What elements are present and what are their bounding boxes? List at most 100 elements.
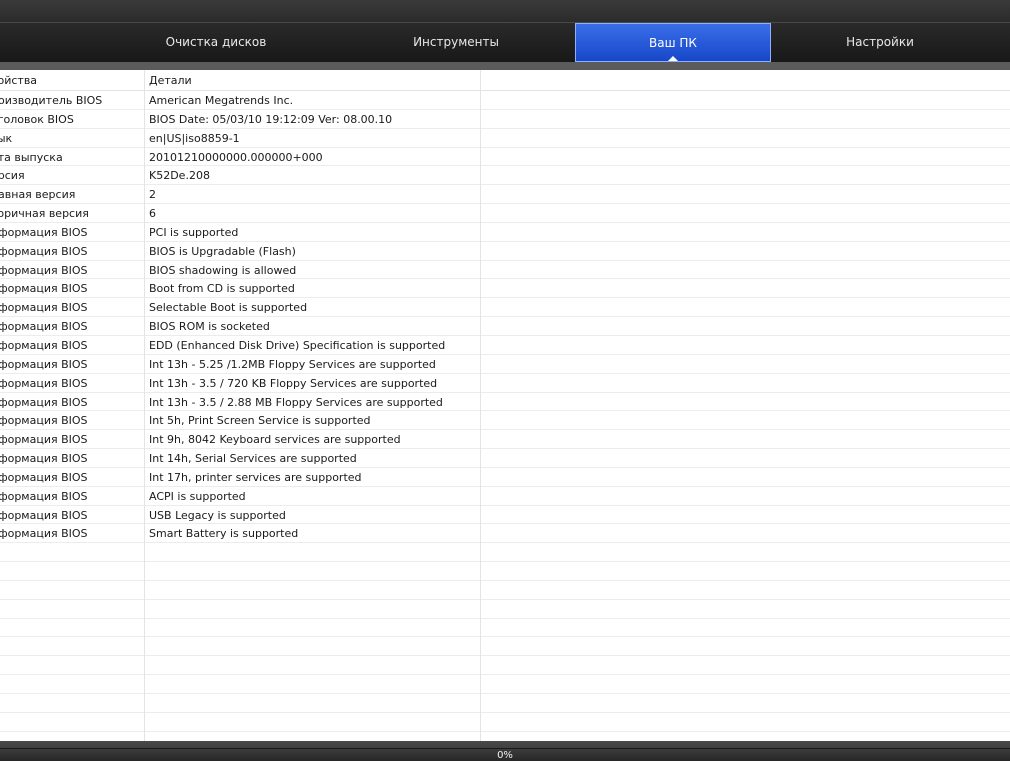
cell-property: нформация BIOS xyxy=(0,452,88,466)
table-row[interactable]: нформация BIOS Int 17h, printer services … xyxy=(0,468,1010,487)
cell-details: Int 9h, 8042 Keyboard services are suppo… xyxy=(149,433,401,447)
cell-property: нформация BIOS xyxy=(0,470,88,484)
cell-property: нформация BIOS xyxy=(0,282,88,296)
tab-your-pc[interactable]: Ваш ПК xyxy=(575,23,771,62)
cell-details: Int 14h, Serial Services are supported xyxy=(149,452,357,466)
cell-property: нформация BIOS xyxy=(0,527,88,541)
empty-table-row xyxy=(0,543,1010,563)
app-window: Очистка дисков Инструменты Ваш ПК Настро… xyxy=(0,0,1010,761)
cell-details: Int 5h, Print Screen Service is supporte… xyxy=(149,414,371,428)
cell-property: лавная версия xyxy=(0,188,76,202)
column-header-details[interactable]: Детали xyxy=(149,70,479,90)
table-header: войства Детали xyxy=(0,70,1010,91)
cell-details: Int 13h - 3.5 / 2.88 MB Floppy Services … xyxy=(149,395,443,409)
cell-details: BIOS Date: 05/03/10 19:12:09 Ver: 08.00.… xyxy=(149,112,393,126)
table-row[interactable]: лавная версия 2 xyxy=(0,185,1010,205)
table-row[interactable]: нформация BIOS Boot from CD is supported xyxy=(0,279,1010,299)
tab-settings[interactable]: Настройки xyxy=(782,23,978,62)
cell-details: Int 13h - 3.5 / 720 KB Floppy Services a… xyxy=(149,376,438,390)
cell-property: нформация BIOS xyxy=(0,489,88,503)
table-row[interactable]: нформация BIOS Selectable Boot is support… xyxy=(0,298,1010,318)
empty-table-row xyxy=(0,600,1010,619)
empty-table-row xyxy=(0,694,1010,713)
cell-property: нформация BIOS xyxy=(0,357,88,371)
status-bar: 0% xyxy=(0,741,1010,761)
table-row[interactable]: аголовок BIOS BIOS Date: 05/03/10 19:12:0… xyxy=(0,110,1010,129)
table-row[interactable]: нформация BIOS EDD (Enhanced Disk Drive) … xyxy=(0,336,1010,355)
cell-property: нформация BIOS xyxy=(0,433,88,447)
cell-details: Selectable Boot is supported xyxy=(149,301,308,315)
column-divider xyxy=(480,70,481,741)
table-row[interactable]: нформация BIOS Smart Battery is supported xyxy=(0,524,1010,544)
table-row[interactable]: нформация BIOS Int 13h - 3.5 / 720 KB Flo… xyxy=(0,374,1010,393)
cell-details: 2 xyxy=(149,188,156,202)
empty-table-row xyxy=(0,675,1010,694)
cell-property: нформация BIOS xyxy=(0,263,88,277)
cell-details: American Megatrends Inc. xyxy=(149,94,294,107)
empty-table-row xyxy=(0,637,1010,657)
tab-label: Настройки xyxy=(846,35,914,49)
cell-details: ACPI is supported xyxy=(149,489,246,503)
cell-property: нформация BIOS xyxy=(0,225,88,239)
sub-toolbar xyxy=(0,62,1010,70)
empty-table-row xyxy=(0,656,1010,676)
cell-details: Smart Battery is supported xyxy=(149,527,299,541)
cell-details: Boot from CD is supported xyxy=(149,282,295,296)
cell-property: нформация BIOS xyxy=(0,414,88,428)
empty-table-row xyxy=(0,562,1010,581)
tab-tools[interactable]: Инструменты xyxy=(358,23,554,62)
table-row[interactable]: нформация BIOS Int 14h, Serial Services a… xyxy=(0,449,1010,468)
empty-table-row xyxy=(0,581,1010,600)
cell-details: Int 17h, printer services are supported xyxy=(149,470,362,484)
table-row[interactable]: ерсия K52De.208 xyxy=(0,166,1010,186)
active-tab-indicator-icon xyxy=(668,56,678,61)
empty-table-row xyxy=(0,713,1010,732)
cell-property: ата выпуска xyxy=(0,150,63,164)
main-nav: Очистка дисков Инструменты Ваш ПК Настро… xyxy=(0,22,1010,62)
cell-property: нформация BIOS xyxy=(0,395,88,409)
cell-property: нформация BIOS xyxy=(0,338,88,352)
cell-property: нформация BIOS xyxy=(0,301,88,315)
cell-property: торичная версия xyxy=(0,207,89,221)
table-row[interactable]: нформация BIOS Int 9h, 8042 Keyboard serv… xyxy=(0,430,1010,450)
cell-property: роизводитель BIOS xyxy=(0,94,103,107)
table-row[interactable]: нформация BIOS Int 13h - 3.5 / 2.88 MB Fl… xyxy=(0,393,1010,412)
cell-property: нформация BIOS xyxy=(0,320,88,334)
tab-label: Очистка дисков xyxy=(165,35,267,49)
cell-property: нформация BIOS xyxy=(0,244,88,258)
cell-details: USB Legacy is supported xyxy=(149,508,286,522)
table-row[interactable]: нформация BIOS PCI is supported xyxy=(0,223,1010,242)
table-row[interactable]: роизводитель BIOS American Megatrends Inc… xyxy=(0,91,1010,110)
table-row[interactable]: нформация BIOS ACPI is supported xyxy=(0,487,1010,506)
table-row[interactable]: нформация BIOS Int 5h, Print Screen Servi… xyxy=(0,411,1010,431)
cell-details: K52De.208 xyxy=(149,169,210,183)
cell-details: 20101210000000.000000+000 xyxy=(149,150,323,164)
progress-label: 0% xyxy=(497,750,513,761)
tab-label: Инструменты xyxy=(413,35,499,49)
cell-property: ерсия xyxy=(0,169,25,183)
table-row[interactable]: нформация BIOS BIOS is Upgradable (Flash) xyxy=(0,242,1010,261)
column-header-property[interactable]: войства xyxy=(0,70,144,90)
cell-details: BIOS ROM is socketed xyxy=(149,320,270,334)
table-row[interactable]: ата выпуска 20101210000000.000000+000 xyxy=(0,148,1010,167)
progress-bar: 0% xyxy=(0,748,1010,761)
table-body: роизводитель BIOS American Megatrends Inc… xyxy=(0,91,1010,732)
tab-label: Ваш ПК xyxy=(649,36,697,50)
cell-property: нформация BIOS xyxy=(0,508,88,522)
tab-disk-cleanup[interactable]: Очистка дисков xyxy=(118,23,314,62)
empty-table-row xyxy=(0,619,1010,638)
title-bar xyxy=(0,0,1010,22)
cell-property: аголовок BIOS xyxy=(0,112,74,126)
table-row[interactable]: нформация BIOS BIOS ROM is socketed xyxy=(0,317,1010,336)
table-row[interactable]: зык en|US|iso8859-1 xyxy=(0,129,1010,148)
table-row[interactable]: нформация BIOS BIOS shadowing is allowed xyxy=(0,261,1010,280)
cell-property: нформация BIOS xyxy=(0,376,88,390)
cell-details: 6 xyxy=(149,207,156,221)
cell-details: BIOS is Upgradable (Flash) xyxy=(149,244,296,258)
cell-details: BIOS shadowing is allowed xyxy=(149,263,297,277)
column-divider xyxy=(144,70,145,741)
bios-info-table[interactable]: войства Детали роизводитель BIOS American… xyxy=(0,70,1010,741)
table-row[interactable]: нформация BIOS Int 13h - 5.25 /1.2MB Flop… xyxy=(0,355,1010,374)
table-row[interactable]: торичная версия 6 xyxy=(0,204,1010,223)
table-row[interactable]: нформация BIOS USB Legacy is supported xyxy=(0,506,1010,525)
